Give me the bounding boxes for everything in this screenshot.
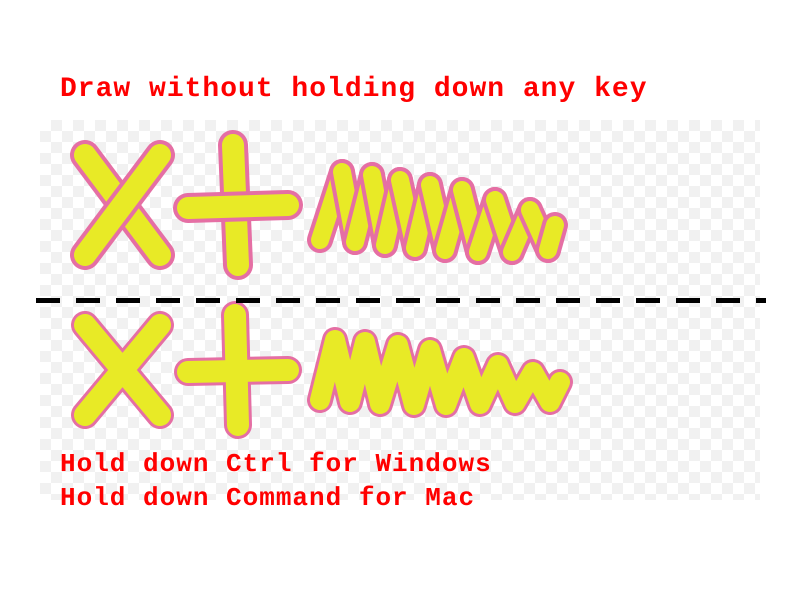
- divider-dashed-line: [36, 298, 766, 303]
- caption-no-key: Draw without holding down any key: [60, 74, 648, 105]
- caption-with-key: Hold down Ctrl for Windows Hold down Com…: [60, 448, 492, 516]
- caption-windows-line: Hold down Ctrl for Windows: [60, 449, 492, 479]
- caption-mac-line: Hold down Command for Mac: [60, 483, 475, 513]
- transparency-checker-canvas: [40, 120, 760, 500]
